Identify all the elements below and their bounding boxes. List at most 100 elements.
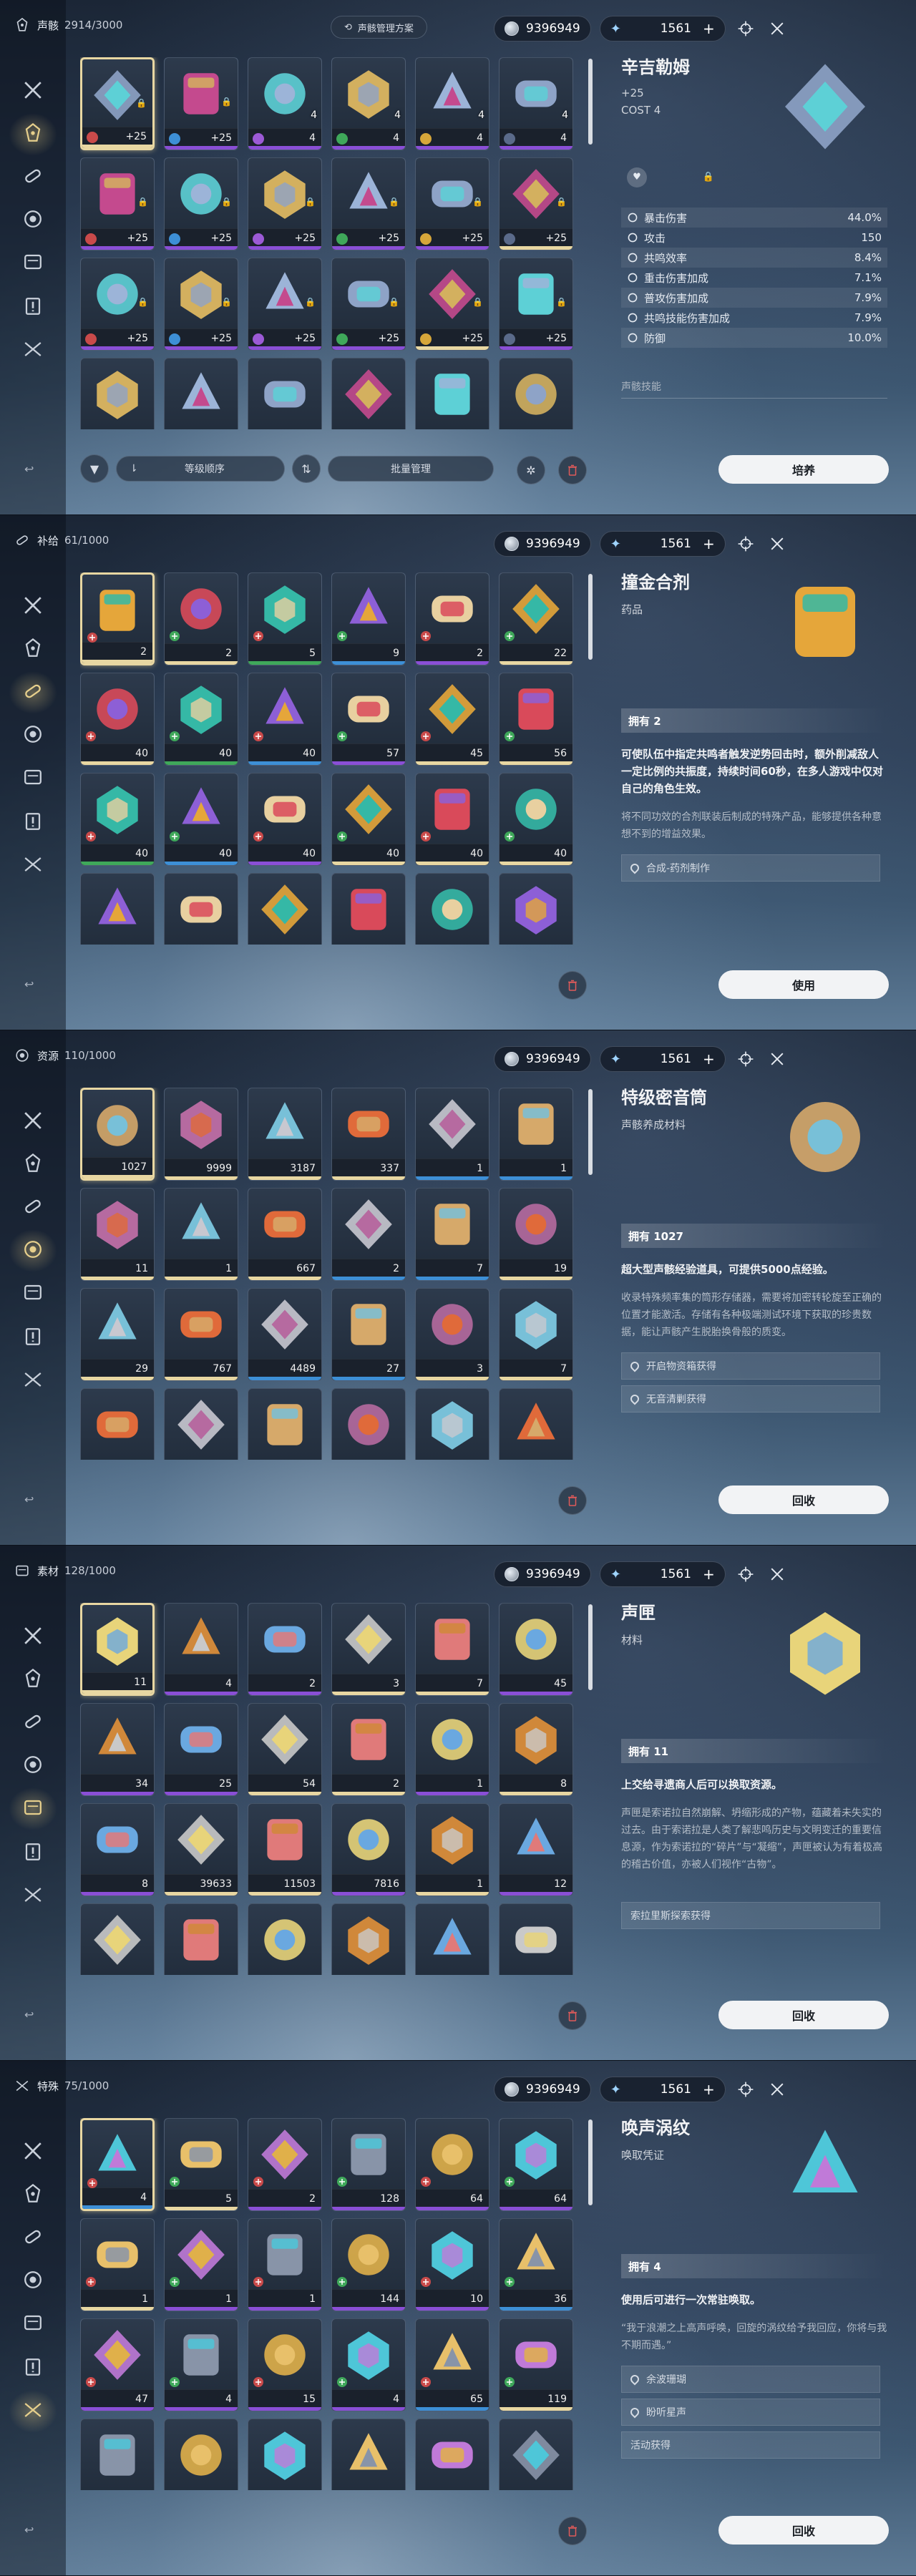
item-slot[interactable]: 4 bbox=[80, 2118, 155, 2211]
item-slot[interactable]: 8 bbox=[499, 1703, 573, 1796]
item-slot[interactable]: 2 bbox=[415, 572, 489, 665]
nav-echo-mask[interactable] bbox=[19, 1666, 47, 1694]
item-slot[interactable]: 337 bbox=[331, 1088, 406, 1181]
nav-exclamation[interactable] bbox=[19, 809, 47, 837]
item-slot[interactable]: 144 bbox=[331, 2218, 406, 2311]
item-slot[interactable]: 11503 bbox=[248, 1803, 322, 1896]
item-slot[interactable]: 54 bbox=[248, 1703, 322, 1796]
item-slot[interactable] bbox=[499, 358, 573, 429]
item-slot[interactable]: 64 bbox=[499, 2118, 573, 2211]
item-slot[interactable] bbox=[331, 358, 406, 429]
item-slot[interactable]: 64 bbox=[415, 2118, 489, 2211]
item-slot[interactable]: 7 bbox=[499, 1288, 573, 1381]
item-slot[interactable]: 2 bbox=[248, 1603, 322, 1696]
sort-direction-button[interactable]: ⇅ bbox=[292, 454, 321, 483]
nav-exclamation[interactable] bbox=[19, 1324, 47, 1352]
nav-resource[interactable] bbox=[19, 721, 47, 750]
item-slot[interactable] bbox=[415, 1903, 489, 1975]
item-slot[interactable]: 36 bbox=[499, 2218, 573, 2311]
nav-supply-pill[interactable] bbox=[19, 2224, 47, 2253]
nav-swords[interactable] bbox=[19, 592, 47, 621]
item-slot[interactable]: 8 bbox=[80, 1803, 155, 1896]
item-slot[interactable]: +25 🔒 bbox=[415, 157, 489, 250]
primary-action-button[interactable]: 回收 bbox=[718, 2516, 889, 2545]
item-slot[interactable] bbox=[415, 358, 489, 429]
item-slot[interactable]: 40 bbox=[80, 773, 155, 866]
item-slot[interactable]: 1 bbox=[164, 1188, 238, 1281]
item-slot[interactable]: 40 bbox=[248, 773, 322, 866]
source-row[interactable]: 索拉里斯探索获得 bbox=[621, 1902, 880, 1929]
close-icon[interactable] bbox=[766, 532, 789, 555]
item-slot[interactable] bbox=[248, 1903, 322, 1975]
item-slot[interactable]: 3 bbox=[415, 1288, 489, 1381]
filter-button[interactable]: ▼ bbox=[80, 454, 109, 483]
item-slot[interactable]: 1027 bbox=[80, 1088, 155, 1181]
nav-exclamation[interactable] bbox=[19, 2354, 47, 2383]
item-slot[interactable]: 19 bbox=[499, 1188, 573, 1281]
item-slot[interactable]: 15 bbox=[248, 2318, 322, 2411]
delete-button[interactable] bbox=[558, 971, 587, 1000]
item-slot[interactable]: 3 bbox=[331, 1603, 406, 1696]
item-slot[interactable]: 4 bbox=[164, 2318, 238, 2411]
item-slot[interactable] bbox=[331, 2419, 406, 2490]
item-slot[interactable]: 7 bbox=[415, 1188, 489, 1281]
lock-toggle-icon[interactable]: 🔒 bbox=[698, 167, 718, 187]
grid-scrollbar[interactable] bbox=[588, 1089, 593, 1175]
nav-swords[interactable] bbox=[19, 1108, 47, 1136]
item-slot[interactable]: 2 bbox=[331, 1188, 406, 1281]
add-astrite-button[interactable]: + bbox=[703, 1050, 715, 1068]
grid-scrollbar[interactable] bbox=[588, 1604, 593, 1690]
nav-echo-mask[interactable] bbox=[9, 113, 57, 156]
close-icon[interactable] bbox=[766, 1563, 789, 1586]
nav-material[interactable] bbox=[9, 1787, 57, 1830]
item-slot[interactable]: 1 bbox=[248, 2218, 322, 2311]
delete-button[interactable] bbox=[558, 2517, 587, 2545]
item-slot[interactable]: 5 bbox=[164, 2118, 238, 2211]
nav-echo-mask[interactable] bbox=[19, 635, 47, 664]
item-slot[interactable]: 12 bbox=[499, 1803, 573, 1896]
favorite-icon[interactable]: ♥ bbox=[627, 167, 647, 187]
item-slot[interactable]: +25 🔒 bbox=[80, 157, 155, 250]
item-slot[interactable]: 1 bbox=[415, 1088, 489, 1181]
settings-target-icon[interactable] bbox=[734, 532, 757, 555]
delete-button[interactable] bbox=[558, 456, 587, 484]
primary-action-button[interactable]: 回收 bbox=[718, 2001, 889, 2029]
item-slot[interactable]: +25 🔒 bbox=[331, 157, 406, 250]
add-astrite-button[interactable]: + bbox=[703, 535, 715, 552]
item-slot[interactable] bbox=[248, 358, 322, 429]
item-slot[interactable]: 45 bbox=[499, 1603, 573, 1696]
back-arrow-icon[interactable]: ↩ bbox=[24, 1493, 34, 1506]
nav-material[interactable] bbox=[19, 2310, 47, 2338]
batch-manage-button[interactable]: 批量管理 bbox=[328, 456, 494, 482]
item-slot[interactable]: 40 bbox=[248, 673, 322, 766]
delete-button[interactable] bbox=[558, 2001, 587, 2030]
add-astrite-button[interactable]: + bbox=[703, 2081, 715, 2098]
item-slot[interactable]: +25 🔒 bbox=[331, 258, 406, 351]
item-slot[interactable] bbox=[499, 1388, 573, 1460]
tune-button[interactable]: ✲ bbox=[517, 456, 545, 484]
item-slot[interactable]: 1 bbox=[415, 1703, 489, 1796]
item-slot[interactable]: +25 🔒 bbox=[164, 258, 238, 351]
grid-scrollbar[interactable] bbox=[588, 59, 593, 145]
item-slot[interactable]: 3187 bbox=[248, 1088, 322, 1181]
primary-action-button[interactable]: 使用 bbox=[718, 970, 889, 999]
nav-supply-pill[interactable] bbox=[9, 671, 57, 714]
item-slot[interactable]: 9999 bbox=[164, 1088, 238, 1181]
item-slot[interactable]: 44 bbox=[499, 57, 573, 150]
item-slot[interactable]: 40 bbox=[415, 773, 489, 866]
settings-target-icon[interactable] bbox=[734, 17, 757, 40]
nav-exclamation[interactable] bbox=[19, 293, 47, 322]
item-slot[interactable]: 44 bbox=[248, 57, 322, 150]
item-slot[interactable]: 45 bbox=[415, 673, 489, 766]
grid-scrollbar[interactable] bbox=[588, 574, 593, 660]
item-slot[interactable]: 767 bbox=[164, 1288, 238, 1381]
item-slot[interactable]: 47 bbox=[80, 2318, 155, 2411]
source-row[interactable]: 合成-药剂制作 bbox=[621, 854, 880, 882]
item-slot[interactable]: 10 bbox=[415, 2218, 489, 2311]
item-slot[interactable] bbox=[80, 1388, 155, 1460]
item-slot[interactable]: 5 bbox=[248, 572, 322, 665]
item-slot[interactable] bbox=[415, 1388, 489, 1460]
settings-target-icon[interactable] bbox=[734, 1563, 757, 1586]
item-slot[interactable]: 4489 bbox=[248, 1288, 322, 1381]
item-slot[interactable]: +25 🔒 bbox=[499, 258, 573, 351]
